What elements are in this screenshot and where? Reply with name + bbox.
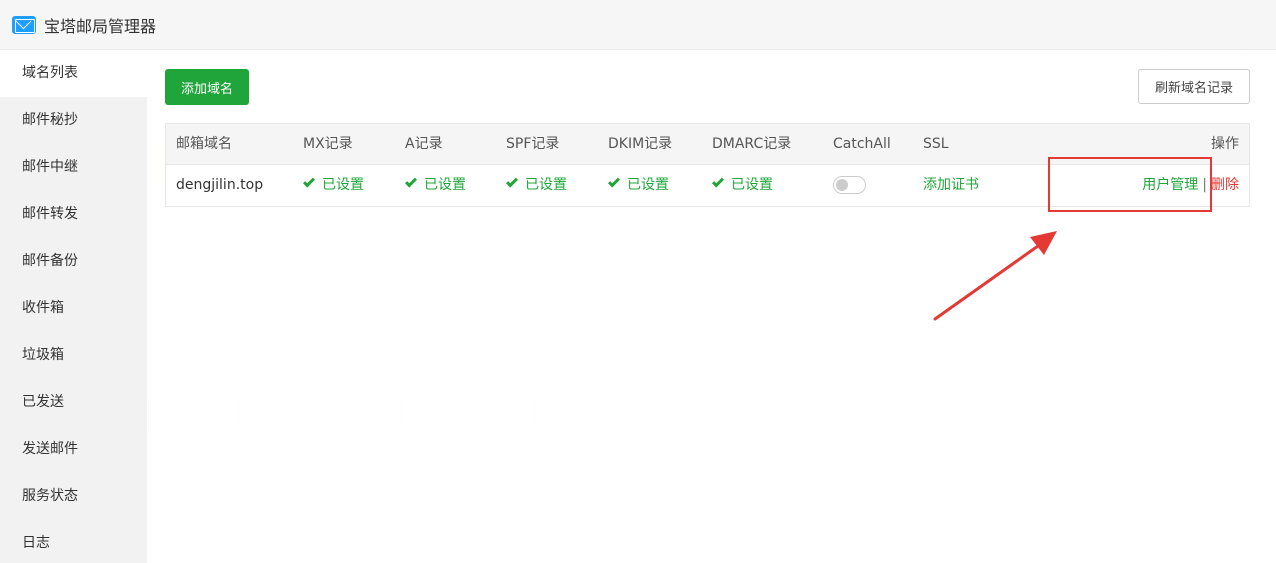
check-icon <box>505 175 519 188</box>
header-ops: 操作 <box>1211 136 1239 152</box>
check-icon <box>404 175 418 188</box>
sidebar-item-mail-bcc[interactable]: 邮件秘抄 <box>0 97 147 144</box>
spf-status-text: 已设置 <box>525 177 567 193</box>
domain-name: dengjilin.top <box>176 177 264 193</box>
sidebar-item-logs[interactable]: 日志 <box>0 520 147 563</box>
sidebar-item-mail-forward[interactable]: 邮件转发 <box>0 191 147 238</box>
header-dmarc: DMARC记录 <box>712 136 792 152</box>
annotation-arrow-icon <box>933 231 1057 321</box>
dkim-status-text: 已设置 <box>627 177 669 193</box>
mx-status: 已设置 <box>302 165 364 206</box>
catchall-cell <box>833 165 866 206</box>
sidebar-item-mail-relay[interactable]: 邮件中继 <box>0 144 147 191</box>
window-title: 宝塔邮局管理器 <box>44 16 157 36</box>
sidebar-item-send-mail[interactable]: 发送邮件 <box>0 426 147 473</box>
mail-icon <box>12 15 36 34</box>
dmarc-status-text: 已设置 <box>731 177 773 193</box>
sidebar: 域名列表 邮件秘抄 邮件中继 邮件转发 邮件备份 收件箱 垃圾箱 已发送 发送邮… <box>0 50 147 563</box>
header-mx: MX记录 <box>303 136 353 152</box>
toggle-knob <box>836 179 848 191</box>
header-a: A记录 <box>405 136 443 152</box>
sidebar-item-service-status[interactable]: 服务状态 <box>0 473 147 520</box>
a-status-text: 已设置 <box>424 177 466 193</box>
sidebar-item-spam[interactable]: 垃圾箱 <box>0 332 147 379</box>
header-dkim: DKIM记录 <box>608 136 673 152</box>
check-icon <box>302 175 316 188</box>
annotation-highlight-box <box>1048 157 1212 212</box>
check-icon <box>607 175 621 188</box>
sidebar-item-inbox[interactable]: 收件箱 <box>0 285 147 332</box>
dmarc-status: 已设置 <box>711 165 773 206</box>
header-domain: 邮箱域名 <box>176 136 232 152</box>
window-titlebar: 宝塔邮局管理器 <box>0 0 1276 50</box>
add-domain-button[interactable]: 添加域名 <box>165 69 249 105</box>
mx-status-text: 已设置 <box>322 177 364 193</box>
dkim-status: 已设置 <box>607 165 669 206</box>
header-catchall: CatchAll <box>833 136 891 152</box>
sidebar-item-mail-backup[interactable]: 邮件备份 <box>0 238 147 285</box>
header-ssl: SSL <box>923 136 949 152</box>
check-icon <box>711 175 725 188</box>
add-certificate-link[interactable]: 添加证书 <box>923 165 979 206</box>
main-panel: 添加域名 刷新域名记录 邮箱域名 MX记录 A记录 SPF记录 DKIM记录 D… <box>147 50 1270 563</box>
sidebar-item-sent[interactable]: 已发送 <box>0 379 147 426</box>
catchall-toggle[interactable] <box>833 176 866 194</box>
refresh-domain-records-button[interactable]: 刷新域名记录 <box>1138 69 1250 104</box>
sidebar-item-domain-list[interactable]: 域名列表 <box>0 50 147 97</box>
delete-link[interactable]: 删除 <box>1211 177 1239 193</box>
header-spf: SPF记录 <box>506 136 560 152</box>
spf-status: 已设置 <box>505 165 567 206</box>
a-status: 已设置 <box>404 165 466 206</box>
